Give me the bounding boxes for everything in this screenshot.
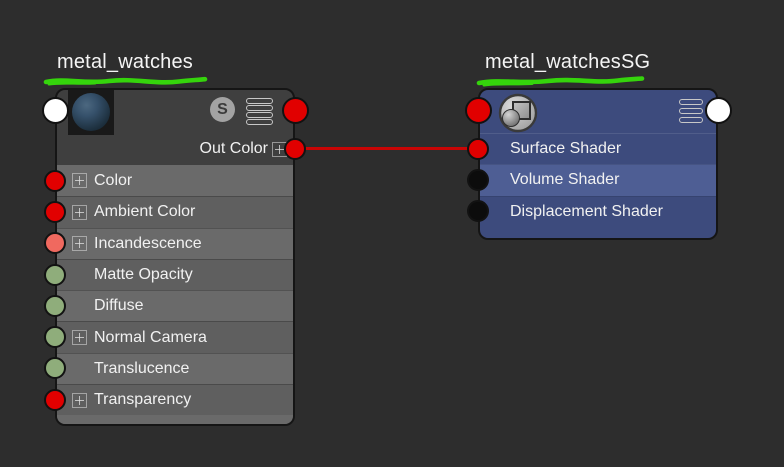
out-color-label: Out Color <box>200 140 268 158</box>
bar-icon <box>246 119 273 125</box>
shader-node-title[interactable]: metal_watches <box>57 51 193 74</box>
attr-label: Ambient Color <box>94 203 195 221</box>
connection-wire-outcolor-to-surface[interactable] <box>294 147 478 150</box>
port-color[interactable] <box>44 170 66 192</box>
bar-icon <box>679 99 703 105</box>
attr-label: Displacement Shader <box>510 203 663 221</box>
shader-node[interactable]: metal_watches S Out Color <box>55 88 295 426</box>
expand-plus-icon[interactable] <box>72 330 87 345</box>
attr-row-color[interactable]: Color <box>57 165 293 196</box>
port-sg-input-header[interactable] <box>465 97 492 124</box>
shading-group-icon <box>498 93 538 133</box>
attr-label: Transparency <box>94 391 191 409</box>
shader-node-body[interactable]: S Out Color Color Ambi <box>55 88 295 426</box>
attr-label: Surface Shader <box>510 140 621 158</box>
bar-icon <box>246 105 273 111</box>
attr-label: Translucence <box>94 360 189 378</box>
bar-icon <box>679 108 703 114</box>
shading-group-node[interactable]: metal_watchesSG <box>478 88 718 240</box>
sg-node-body[interactable]: Surface Shader Volume Shader Displacemen… <box>478 88 718 240</box>
sg-node-header <box>480 90 716 133</box>
attr-row-displacement-shader[interactable]: Displacement Shader <box>480 196 716 227</box>
attr-row-matte-opacity[interactable]: Matte Opacity <box>57 259 293 290</box>
node-editor-canvas: metal_watches S Out Color <box>0 0 784 467</box>
port-matte-opacity[interactable] <box>44 264 66 286</box>
shader-node-header: S <box>57 90 293 133</box>
expand-plus-icon[interactable] <box>72 236 87 251</box>
shader-attr-rows: Color Ambient Color Incandescence Matte … <box>57 165 293 415</box>
material-sphere-icon <box>72 93 110 131</box>
attr-row-surface-shader[interactable]: Surface Shader <box>480 133 716 164</box>
sg-node-title[interactable]: metal_watchesSG <box>485 51 650 74</box>
attr-row-ambient-color[interactable]: Ambient Color <box>57 196 293 227</box>
bar-icon <box>246 112 273 118</box>
attr-row-volume-shader[interactable]: Volume Shader <box>480 164 716 195</box>
attr-row-translucence[interactable]: Translucence <box>57 353 293 384</box>
port-volume-shader[interactable] <box>467 169 489 191</box>
sg-attr-rows: Surface Shader Volume Shader Displacemen… <box>480 133 716 227</box>
port-ambient-color[interactable] <box>44 201 66 223</box>
attr-label: Normal Camera <box>94 329 207 347</box>
attr-label: Volume Shader <box>510 171 619 189</box>
attribute-view-menu-icon[interactable] <box>679 99 703 123</box>
port-diffuse[interactable] <box>44 295 66 317</box>
node-bottom-pad <box>480 227 716 238</box>
bar-icon <box>246 98 273 104</box>
shader-type-badge-icon: S <box>210 97 235 122</box>
node-bottom-pad <box>57 415 293 424</box>
port-normal-camera[interactable] <box>44 326 66 348</box>
attr-row-normal-camera[interactable]: Normal Camera <box>57 321 293 352</box>
port-sg-output-header[interactable] <box>705 97 732 124</box>
attr-row-diffuse[interactable]: Diffuse <box>57 290 293 321</box>
bar-icon <box>679 117 703 123</box>
expand-plus-icon[interactable] <box>72 173 87 188</box>
port-shader-input-header[interactable] <box>42 97 69 124</box>
attr-row-incandescence[interactable]: Incandescence <box>57 228 293 259</box>
port-surface-shader[interactable] <box>467 138 489 160</box>
green-underline-annotation <box>476 74 646 88</box>
attr-row-transparency[interactable]: Transparency <box>57 384 293 415</box>
material-swatch[interactable] <box>68 89 114 135</box>
attr-row-out-color[interactable]: Out Color <box>57 133 293 165</box>
attr-label: Incandescence <box>94 235 202 253</box>
port-out-color[interactable] <box>284 138 306 160</box>
green-underline-annotation <box>43 74 209 88</box>
port-transparency[interactable] <box>44 389 66 411</box>
attribute-view-menu-icon[interactable] <box>246 98 273 125</box>
port-shader-output-header[interactable] <box>282 97 309 124</box>
attr-label: Matte Opacity <box>94 266 193 284</box>
attr-label: Color <box>94 172 132 190</box>
expand-plus-icon[interactable] <box>72 393 87 408</box>
expand-plus-icon[interactable] <box>72 205 87 220</box>
attr-label: Diffuse <box>94 297 144 315</box>
